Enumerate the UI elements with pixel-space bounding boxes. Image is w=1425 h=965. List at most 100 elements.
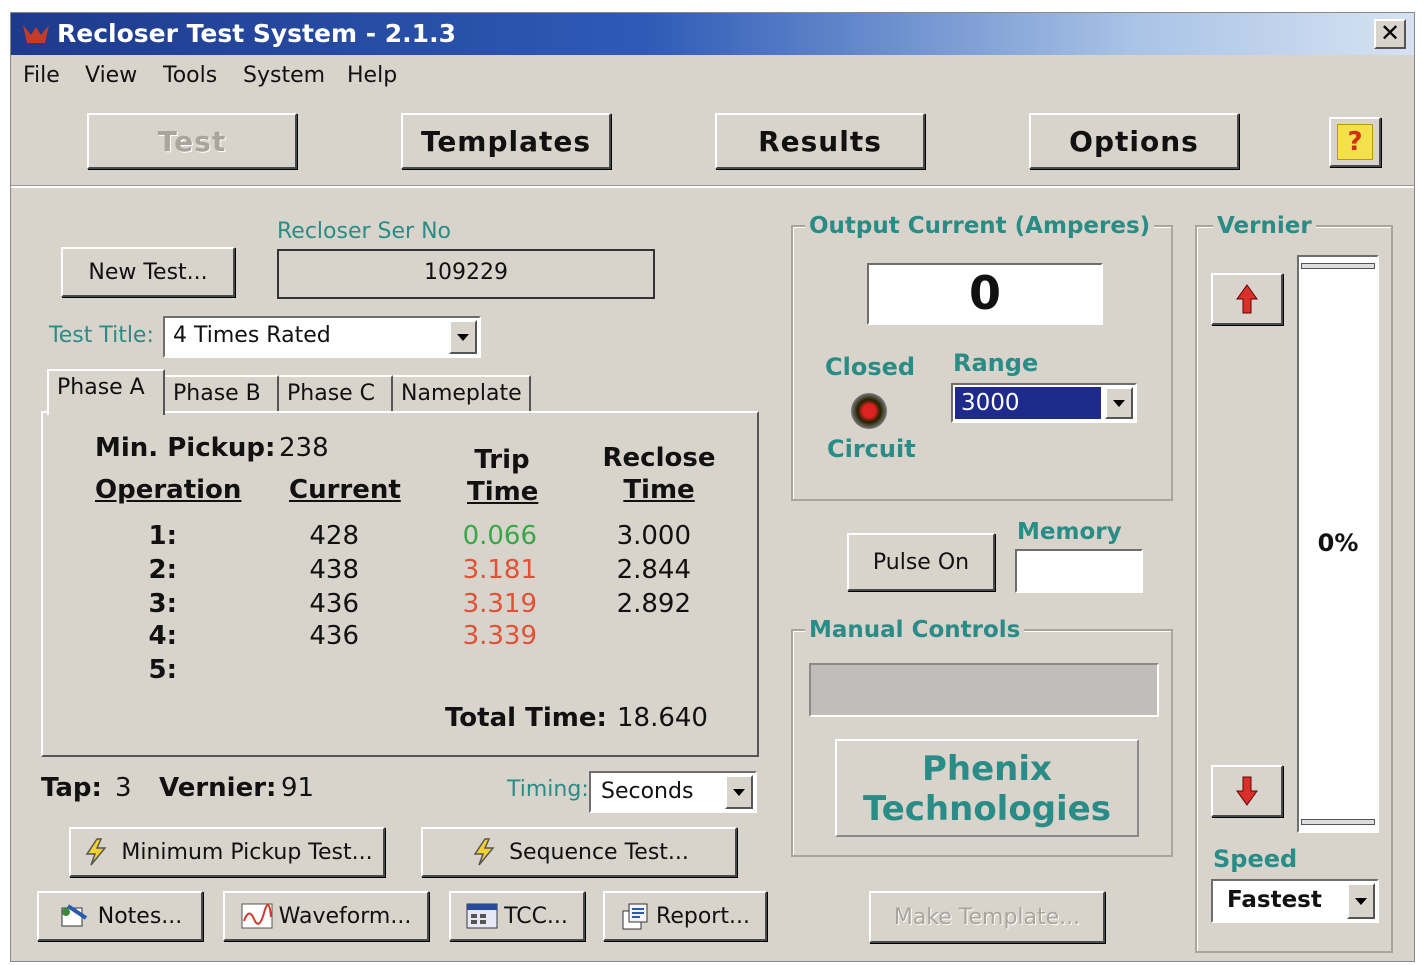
notes-label: Notes... [97, 903, 183, 929]
chevron-down-icon [733, 788, 745, 796]
lightning-icon [85, 838, 107, 866]
menu-view[interactable]: View [85, 63, 137, 88]
lightning-icon [473, 838, 495, 866]
tab-nameplate[interactable]: Nameplate [393, 375, 531, 413]
tap-label: Tap: [41, 773, 102, 803]
operation-header: Operation [95, 475, 242, 505]
waveform-icon [241, 903, 273, 929]
notes-button[interactable]: Notes... [37, 891, 203, 941]
reclose-time-cell: 2.844 [616, 555, 691, 585]
trip-time-cell: 3.319 [462, 589, 537, 619]
closed-label: Closed [825, 353, 916, 381]
vernier-bar-top-cap [1301, 263, 1375, 269]
vernier-bar-bottom-cap [1301, 819, 1375, 825]
results-button[interactable]: Results [715, 113, 925, 169]
pulse-on-button[interactable]: Pulse On [847, 533, 995, 591]
report-icon [622, 903, 648, 930]
vernier-down-button[interactable] [1211, 765, 1283, 817]
title-bar: Recloser Test System - 2.1.3 ✕ [11, 13, 1414, 55]
vernier-bar[interactable]: 0% [1297, 255, 1379, 833]
waveform-button[interactable]: Waveform... [223, 891, 429, 941]
sequence-test-button[interactable]: Sequence Test... [421, 827, 737, 877]
operation-cell: 1: [148, 521, 178, 551]
manual-controls-title: Manual Controls [805, 617, 1025, 643]
vernier-up-button[interactable] [1211, 273, 1283, 325]
sequence-test-label: Sequence Test... [509, 839, 689, 865]
report-button[interactable]: Report... [603, 891, 767, 941]
current-cell: 436 [309, 589, 359, 619]
menu-system[interactable]: System [243, 63, 325, 88]
tcc-label: TCC... [504, 903, 568, 929]
options-button[interactable]: Options [1029, 113, 1239, 169]
help-icon: ? [1337, 124, 1373, 160]
reclose-time-cell: 3.000 [616, 521, 691, 551]
make-template-button[interactable]: Make Template... [869, 891, 1105, 943]
app-logo-icon [23, 25, 49, 43]
circuit-status-indicator [851, 393, 887, 429]
brand-panel: Phenix Technologies [835, 739, 1139, 837]
speed-select[interactable]: Fastest [1211, 879, 1379, 923]
speed-label: Speed [1213, 845, 1298, 873]
operation-cell: 3: [148, 589, 178, 619]
speed-value: Fastest [1227, 887, 1322, 913]
timing-select[interactable]: Seconds [589, 771, 757, 813]
operation-cell: 4: [148, 621, 178, 651]
output-current-value: 0 [867, 263, 1103, 325]
tab-phase-a[interactable]: Phase A [47, 369, 165, 415]
test-title-select[interactable]: 4 Times Rated [163, 316, 481, 358]
brand-line-2: Technologies [863, 789, 1111, 829]
arrow-up-icon [1236, 284, 1258, 314]
reclose-time-cell: 2.892 [616, 589, 691, 619]
toolbar-separator [11, 185, 1414, 188]
phase-a-panel: Min. Pickup: 238 Operation Current Trip … [41, 411, 759, 757]
chevron-down-icon [1113, 399, 1125, 407]
circuit-label: Circuit [827, 435, 916, 463]
new-test-button[interactable]: New Test... [61, 247, 235, 297]
templates-button[interactable]: Templates [401, 113, 611, 169]
brand-line-1: Phenix [922, 749, 1052, 789]
speed-dropdown-arrow[interactable] [1347, 883, 1375, 919]
trip-time-cell: 3.339 [462, 621, 537, 651]
minimum-pickup-test-button[interactable]: Minimum Pickup Test... [69, 827, 385, 877]
range-label: Range [953, 349, 1039, 377]
reclose-header: Reclose [602, 443, 716, 473]
timing-dropdown-arrow[interactable] [725, 775, 753, 809]
current-cell: 438 [309, 555, 359, 585]
current-header: Current [289, 475, 401, 505]
vernier-title: Vernier [1213, 213, 1316, 239]
recloser-ser-no-label: Recloser Ser No [277, 219, 451, 244]
memory-field[interactable] [1015, 549, 1143, 593]
timing-value: Seconds [601, 779, 694, 804]
menu-bar: File View Tools System Help [11, 57, 1414, 97]
operation-cell: 2: [148, 555, 178, 585]
vernier-percent: 0% [1317, 529, 1359, 557]
range-select[interactable]: 3000 [951, 383, 1137, 423]
tcc-chart-icon [466, 903, 498, 929]
min-pickup-label: Min. Pickup: [95, 433, 276, 463]
manual-control-slider-track[interactable] [809, 663, 1159, 717]
recloser-ser-no-field[interactable]: 109229 [277, 249, 655, 299]
min-pickup-value: 238 [279, 433, 329, 463]
vernier-label: Vernier: [159, 773, 277, 803]
range-value: 3000 [955, 387, 1101, 419]
help-button[interactable]: ? [1329, 117, 1381, 167]
menu-file[interactable]: File [23, 63, 60, 88]
tcc-button[interactable]: TCC... [449, 891, 585, 941]
current-cell: 428 [309, 521, 359, 551]
trip-time-cell: 0.066 [462, 521, 537, 551]
tab-phase-c[interactable]: Phase C [279, 375, 393, 413]
vernier-value: 91 [281, 773, 315, 803]
chevron-down-icon [1355, 897, 1367, 905]
menu-tools[interactable]: Tools [163, 63, 217, 88]
tab-phase-b[interactable]: Phase B [165, 375, 279, 413]
timing-label: Timing: [507, 777, 589, 802]
chevron-down-icon [457, 333, 469, 341]
memory-label: Memory [1017, 519, 1122, 545]
menu-help[interactable]: Help [347, 63, 397, 88]
window-title: Recloser Test System - 2.1.3 [57, 19, 456, 48]
close-button[interactable]: ✕ [1374, 19, 1406, 49]
range-dropdown-arrow[interactable] [1105, 387, 1133, 419]
waveform-label: Waveform... [278, 903, 412, 929]
test-button[interactable]: Test [87, 113, 297, 169]
test-title-dropdown-arrow[interactable] [449, 320, 477, 354]
